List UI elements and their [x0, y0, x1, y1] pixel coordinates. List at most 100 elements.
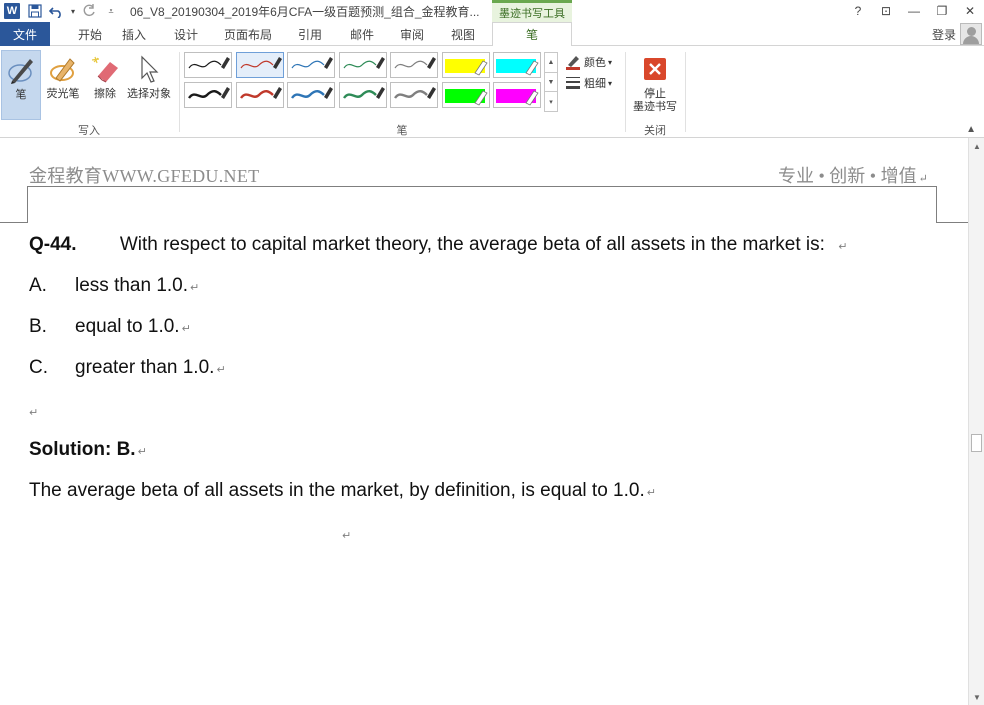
option-letter: A.: [29, 275, 47, 296]
pen-preset-6[interactable]: [441, 52, 490, 78]
paragraph-mark: ↵: [190, 282, 200, 294]
pen-stroke-icon: [239, 87, 282, 99]
pen-preset-14[interactable]: [493, 82, 541, 108]
header-right-text: 专业 • 创新 • 增值 ↵: [778, 162, 928, 188]
tab-design[interactable]: 设计: [166, 22, 206, 46]
close-button[interactable]: ✕: [956, 0, 984, 22]
pen-preset-10[interactable]: [287, 82, 335, 108]
tab-view[interactable]: 视图: [443, 22, 483, 46]
stop-inking-label: 停止 墨迹书写: [633, 88, 677, 113]
tab-pen[interactable]: 笔: [492, 22, 572, 47]
header-right-label: 专业 • 创新 • 增值: [778, 166, 917, 186]
undo-dropdown-icon[interactable]: ▾: [68, 0, 78, 22]
scroll-up-icon[interactable]: ▲: [969, 138, 984, 154]
tab-insert[interactable]: 插入: [114, 22, 154, 46]
question-text: With respect to capital market theory, t…: [119, 234, 825, 255]
vertical-scrollbar[interactable]: ▲ ▼: [968, 138, 984, 705]
tab-review[interactable]: 审阅: [392, 22, 432, 46]
select-objects-button[interactable]: 选择对象: [124, 50, 174, 116]
chevron-down-icon: ▾: [608, 78, 613, 88]
document-page[interactable]: 金程教育WWW.GFEDU.NET 专业 • 创新 • 增值 ↵ Q-44. Wi…: [0, 138, 968, 705]
ink-tools-context-label: 墨迹书写工具: [492, 0, 572, 22]
tab-home[interactable]: 开始: [70, 22, 110, 46]
pen-tool-label: 笔: [15, 89, 27, 101]
pen-stroke-icon: [291, 87, 333, 99]
eraser-tool-button[interactable]: 擦除: [84, 50, 126, 116]
word-app-icon[interactable]: W: [4, 3, 20, 19]
pen-preset-13[interactable]: [441, 82, 490, 108]
close-group-label: 关闭: [644, 125, 666, 137]
pens-group-label: 笔: [396, 125, 408, 137]
pen-preset-12[interactable]: [390, 82, 438, 108]
option-text: less than 1.0.: [75, 275, 189, 296]
tab-file[interactable]: 文件: [0, 22, 50, 46]
solution-label: Solution: B.: [29, 439, 136, 460]
scrollbar-thumb[interactable]: [971, 434, 982, 452]
pen-preset-3[interactable]: [287, 52, 335, 78]
option-letter: C.: [29, 357, 48, 378]
eraser-icon: [90, 52, 120, 86]
title-bar: W ▾ ⩡ 06_V8_20190304_2019年6月CFA一级百题预测_组合…: [0, 0, 984, 22]
sign-in-link[interactable]: 登录: [932, 26, 956, 43]
pen-stroke-icon: [394, 57, 436, 69]
collapse-ribbon-icon[interactable]: ▲: [966, 124, 976, 135]
stop-inking-button[interactable]: 停止 墨迹书写: [629, 50, 681, 116]
undo-icon[interactable]: [46, 0, 68, 22]
group-separator: [179, 52, 180, 132]
gallery-more-icon[interactable]: ▾: [545, 92, 557, 111]
pen-preset-4[interactable]: [338, 52, 387, 78]
pen-preset-2[interactable]: [235, 52, 284, 78]
margin-corner-mark: [936, 186, 937, 222]
empty-paragraph: ↵: [342, 523, 351, 545]
scroll-down-icon[interactable]: ▼: [969, 689, 984, 705]
paragraph-mark: ↵: [918, 173, 928, 185]
line-weight-icon: [564, 75, 582, 91]
select-objects-label: 选择对象: [127, 88, 171, 100]
highlighter-tool-button[interactable]: 荧光笔: [42, 50, 84, 116]
explanation-text: The average beta of all assets in the ma…: [29, 480, 645, 501]
restore-button[interactable]: ❐: [928, 0, 956, 22]
pen-tool-button[interactable]: 笔: [1, 50, 41, 120]
customize-toolbar-icon[interactable]: ⩡: [100, 0, 122, 22]
pen-preset-9[interactable]: [235, 82, 284, 108]
chevron-down-icon: ▾: [608, 57, 613, 67]
avatar-body-shape: [963, 36, 979, 44]
avatar-head-shape: [967, 27, 976, 36]
tab-page-layout[interactable]: 页面布局: [220, 22, 276, 46]
pen-color-button[interactable]: 颜色 ▾: [564, 52, 612, 72]
pen-gallery-scroll: ▲ ▼ ▾: [544, 52, 558, 112]
pen-stroke-icon: [188, 87, 230, 99]
gallery-up-icon[interactable]: ▲: [545, 53, 557, 73]
tab-references[interactable]: 引用: [290, 22, 330, 46]
ribbon-display-options-button[interactable]: ⊡: [872, 0, 900, 22]
margin-corner-mark: [27, 186, 28, 222]
redo-icon[interactable]: [78, 0, 100, 22]
minimize-button[interactable]: —: [900, 0, 928, 22]
pen-thickness-label: 粗细: [584, 78, 606, 90]
option-text: equal to 1.0.: [75, 316, 180, 337]
document-title: 06_V8_20190304_2019年6月CFA一级百题预测_组合_金程教育.…: [130, 4, 480, 19]
group-separator: [625, 52, 626, 132]
explanation-line: The average beta of all assets in the ma…: [29, 480, 656, 502]
pen-preset-5[interactable]: [390, 52, 438, 78]
paragraph-mark: ↵: [137, 446, 147, 458]
write-group-label: 写入: [78, 125, 100, 137]
solution-line: Solution: B. ↵: [29, 439, 147, 461]
pen-preset-8[interactable]: [184, 82, 232, 108]
margin-corner-mark: [0, 222, 28, 223]
option-b: B. equal to 1.0. ↵: [29, 316, 191, 338]
highlighter-icon: [48, 52, 78, 86]
help-button[interactable]: ?: [844, 0, 872, 22]
pen-preset-1[interactable]: [184, 52, 232, 78]
ribbon-pen: 笔 荧光笔 擦除 选择对象 写入 ▲ ▼ ▾ 颜色 ▾ 粗细 ▾ 笔 停止 墨迹…: [0, 46, 984, 138]
highlighter-label: 荧光笔: [46, 88, 80, 100]
save-icon[interactable]: [24, 0, 46, 22]
pen-preset-11[interactable]: [338, 82, 387, 108]
pen-stroke-icon: [240, 57, 282, 69]
pen-thickness-button[interactable]: 粗细 ▾: [564, 73, 612, 93]
tab-mailings[interactable]: 邮件: [342, 22, 382, 46]
paragraph-mark: ↵: [29, 407, 39, 419]
user-avatar[interactable]: [960, 23, 982, 45]
gallery-down-icon[interactable]: ▼: [545, 73, 557, 93]
pen-preset-7[interactable]: [493, 52, 541, 78]
